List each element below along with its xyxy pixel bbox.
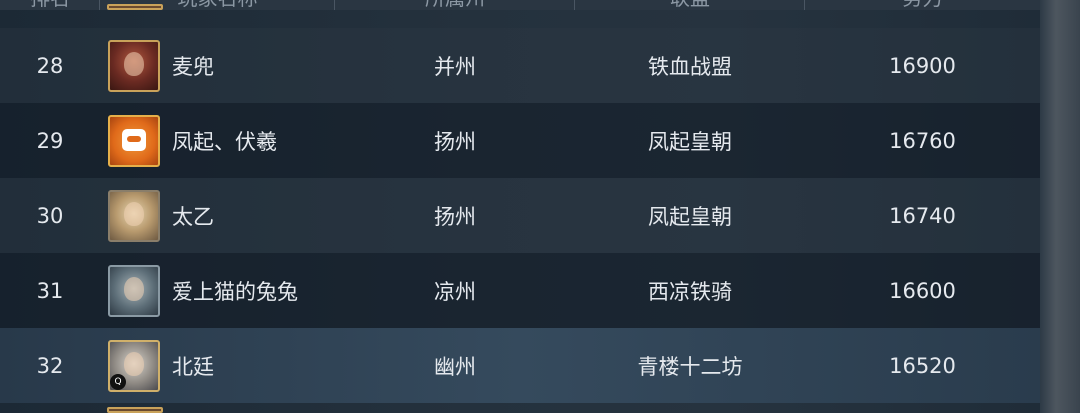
player-avatar[interactable]: [108, 264, 160, 317]
header-power: 势力: [805, 0, 1040, 10]
header-state: 所属州: [335, 0, 575, 10]
avatar-peek-top: [107, 4, 163, 10]
player-name: 麦兜: [172, 54, 214, 79]
player-avatar[interactable]: [108, 39, 160, 92]
rank-cell: 32: [36, 353, 64, 378]
player-cell: 爱上猫的兔兔: [100, 253, 335, 328]
table-row[interactable]: 30 太乙 扬州 凤起皇朝 16740: [0, 178, 1040, 253]
player-avatar[interactable]: Q: [108, 339, 160, 392]
alliance-cell: 西凉铁骑: [648, 279, 732, 304]
alliance-cell: 凤起皇朝: [648, 204, 732, 229]
player-name: 凤起、伏羲: [172, 129, 277, 154]
state-cell: 并州: [434, 54, 476, 79]
state-cell: 凉州: [434, 279, 476, 304]
player-avatar[interactable]: [108, 189, 160, 242]
state-cell: 幽州: [434, 354, 476, 379]
state-cell: 扬州: [434, 129, 476, 154]
power-cell: 16520: [889, 353, 956, 378]
power-cell: 16900: [889, 53, 956, 78]
header-rank-label: 排名: [30, 0, 70, 11]
player-name: 爱上猫的兔兔: [172, 279, 298, 304]
avatar-face: [124, 201, 144, 226]
header-alliance-label: 联盟: [670, 0, 710, 11]
avatar-face: [124, 351, 144, 376]
player-name: 太乙: [172, 204, 214, 229]
leaderboard-panel: 排名 玩家名称 所属州 联盟 势力 28 麦兜: [0, 0, 1040, 413]
table-row[interactable]: 28 麦兜 并州 铁血战盟 16900: [0, 28, 1040, 103]
header-power-label: 势力: [903, 0, 943, 11]
side-panel-edge: [1040, 0, 1080, 413]
player-cell: 麦兜: [100, 28, 335, 103]
rank-cell: 28: [36, 53, 64, 78]
rank-cell: 29: [36, 128, 64, 153]
table-row[interactable]: 29 凤起、伏羲 扬州 凤起皇朝 16760: [0, 103, 1040, 178]
header-state-label: 所属州: [425, 0, 485, 11]
power-cell: 16740: [889, 203, 956, 228]
power-cell: 16760: [889, 128, 956, 153]
avatar-face: [124, 51, 144, 76]
power-cell: 16600: [889, 278, 956, 303]
avatar-peek-bottom: [107, 407, 163, 413]
player-avatar[interactable]: [108, 114, 160, 167]
alliance-cell: 青楼十二坊: [637, 354, 743, 379]
header-rank: 排名: [0, 0, 100, 10]
avatar-face: [124, 276, 144, 301]
rank-cell: 31: [36, 278, 64, 303]
qq-icon: Q: [110, 373, 126, 390]
state-cell: 扬州: [434, 204, 476, 229]
alliance-cell: 凤起皇朝: [648, 129, 732, 154]
header-name-label: 玩家名称: [178, 0, 258, 11]
alliance-cell: 铁血战盟: [648, 54, 732, 79]
robot-icon: [122, 128, 146, 151]
rank-cell: 30: [36, 203, 64, 228]
table-row[interactable]: 31 爱上猫的兔兔 凉州 西凉铁骑 16600: [0, 253, 1040, 328]
header-alliance: 联盟: [575, 0, 805, 10]
table-row-highlighted[interactable]: 32 Q 北廷 幽州 青楼十二坊 16520: [0, 328, 1040, 403]
player-cell: Q 北廷: [100, 328, 335, 403]
leaderboard-rows: 28 麦兜 并州 铁血战盟 16900 29 凤起、伏羲 扬州 凤起皇朝 167…: [0, 28, 1040, 403]
player-name: 北廷: [172, 354, 214, 379]
player-cell: 太乙: [100, 178, 335, 253]
player-cell: 凤起、伏羲: [100, 103, 335, 178]
